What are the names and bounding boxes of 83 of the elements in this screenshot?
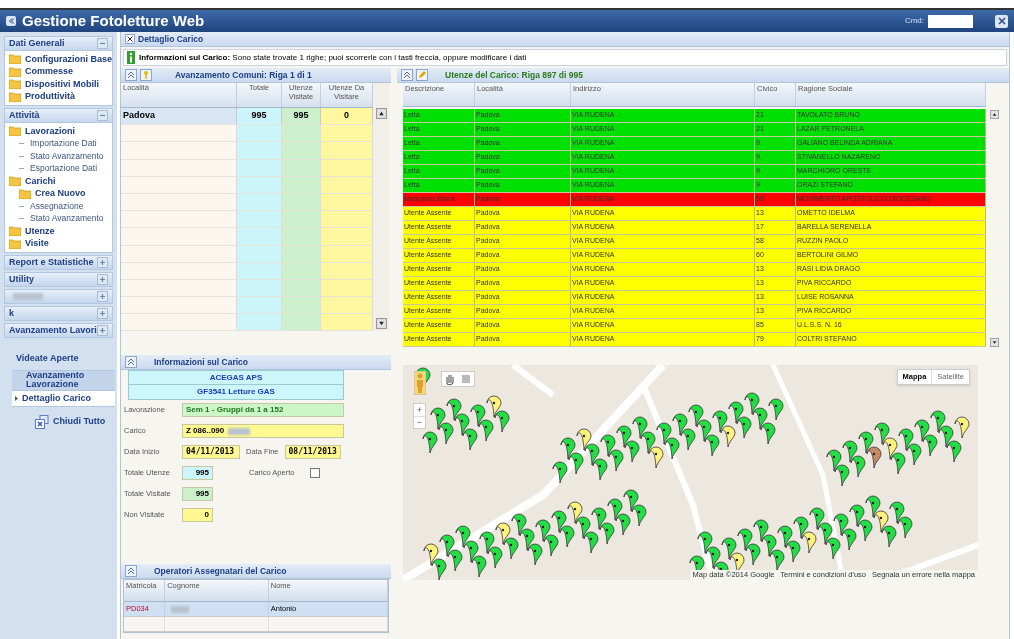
tree-item[interactable]: Stato Avanzamento: [5, 212, 112, 225]
collapse-panel-icon[interactable]: [125, 356, 137, 368]
blurred-text: [171, 605, 190, 613]
field-value[interactable]: 995: [182, 466, 213, 480]
collapse-panel-icon[interactable]: [125, 565, 137, 577]
field-value[interactable]: 08/11/2013: [284, 445, 341, 459]
collapse-icon[interactable]: [97, 110, 108, 121]
folder-icon: [9, 79, 21, 90]
panel-title: Avanzamento Comuni: Riga 1 di 1: [175, 68, 312, 82]
section-header[interactable]: Report e Statistiche: [4, 255, 113, 270]
folder-item[interactable]: Visite: [5, 237, 112, 250]
folder-item[interactable]: Utenze: [5, 225, 112, 238]
section-header[interactable]: k: [4, 306, 113, 321]
open-view-item[interactable]: Avanzamento Lavorazione: [12, 370, 115, 391]
field-value[interactable]: Sem 1 - Gruppi da 1 a 152: [182, 403, 344, 417]
folder-item[interactable]: Dispositivi Mobili: [5, 78, 112, 91]
folder-icon: [9, 126, 21, 137]
tab[interactable]: Dettaglio Carico: [121, 32, 1009, 47]
window-title: Gestione Fotoletture Web: [22, 10, 205, 31]
close-tab-icon[interactable]: [125, 34, 135, 44]
zoom-out-button[interactable]: −: [414, 416, 425, 428]
folder-icon: [9, 226, 21, 237]
info-message: Informazioni sul Carico: Sono state trovate 1 righe; puoi scorrerle con i tasti freccia, oppure modificare i dati: [139, 51, 527, 64]
expand-icon[interactable]: [97, 274, 108, 285]
checkbox[interactable]: [310, 468, 321, 478]
table-cell: Padova: [121, 108, 237, 125]
expand-icon[interactable]: [97, 291, 108, 302]
tree-item[interactable]: Esportazione Dati: [5, 162, 112, 175]
table-cell: 995: [282, 108, 321, 125]
scroll-up-icon[interactable]: [375, 108, 387, 119]
section-title: Videate Aperte: [16, 352, 80, 365]
close-windows-icon: [35, 414, 49, 429]
field-value[interactable]: 995: [182, 487, 213, 501]
blurred-text: [13, 293, 43, 300]
section-header[interactable]: Avanzamento Lavori: [4, 323, 113, 338]
folder-icon: [9, 238, 21, 249]
expand-icon[interactable]: [97, 325, 108, 336]
panel-title: Operatori Assegnatari del Carico: [154, 564, 287, 578]
collapse-icon[interactable]: [97, 38, 108, 49]
folder-icon: [19, 188, 31, 199]
section-header[interactable]: Utility: [4, 272, 113, 287]
tree-item[interactable]: Assegnazione: [5, 200, 112, 213]
scroll-up-icon[interactable]: [989, 110, 999, 119]
tree-item[interactable]: Stato Avanzamento: [5, 150, 112, 163]
folder-item[interactable]: Lavorazioni: [5, 125, 112, 138]
section-header[interactable]: Attività: [4, 108, 113, 123]
company-name: ACEGAS APS: [129, 371, 343, 385]
cmd-label: Cmd:: [904, 15, 924, 27]
close-icon: [997, 17, 1006, 25]
table-cell: 995: [237, 108, 282, 125]
panel-title: Informazioni sul Carico: [154, 355, 248, 369]
field-value[interactable]: 04/11/2013: [182, 445, 240, 459]
folder-icon: [9, 54, 21, 65]
folder-item[interactable]: Carichi: [5, 175, 112, 188]
folder-item[interactable]: Produttività: [5, 90, 112, 103]
section-header[interactable]: Dati Generali: [4, 36, 113, 51]
panel-title: Utenze del Carico: Riga 897 di 995: [445, 68, 583, 82]
command-field[interactable]: [928, 14, 973, 28]
blurred-text: [228, 427, 251, 435]
scroll-down-icon[interactable]: [989, 338, 999, 347]
table-cell: 0: [321, 108, 373, 125]
folder-icon: [9, 176, 21, 187]
folder-icon: [9, 66, 21, 77]
collapse-panel-icon[interactable]: [125, 69, 137, 81]
zoom-in-button[interactable]: +: [414, 404, 425, 416]
expand-icon[interactable]: [97, 257, 108, 268]
folder-item[interactable]: Configurazioni Base: [5, 53, 112, 66]
folder-item[interactable]: Crea Nuovo: [5, 187, 112, 200]
pointer-icon: [15, 395, 18, 401]
app-menu-icon[interactable]: [6, 16, 16, 26]
pencil-icon[interactable]: [416, 69, 428, 81]
tree-item[interactable]: Importazione Dati: [5, 137, 112, 150]
scroll-down-icon[interactable]: [375, 318, 387, 330]
close-all-button[interactable]: Chiudi Tutto: [35, 414, 117, 429]
folder-icon: [9, 91, 21, 102]
collapse-panel-icon[interactable]: [401, 69, 413, 81]
service-name: GF3541 Letture GAS: [129, 385, 343, 399]
field-value[interactable]: Z 086..090: [182, 424, 344, 438]
field-value[interactable]: 0: [182, 508, 213, 522]
key-icon[interactable]: [140, 69, 152, 81]
expand-icon[interactable]: [97, 308, 108, 319]
folder-item[interactable]: Commesse: [5, 65, 112, 78]
close-button[interactable]: [995, 14, 1008, 28]
